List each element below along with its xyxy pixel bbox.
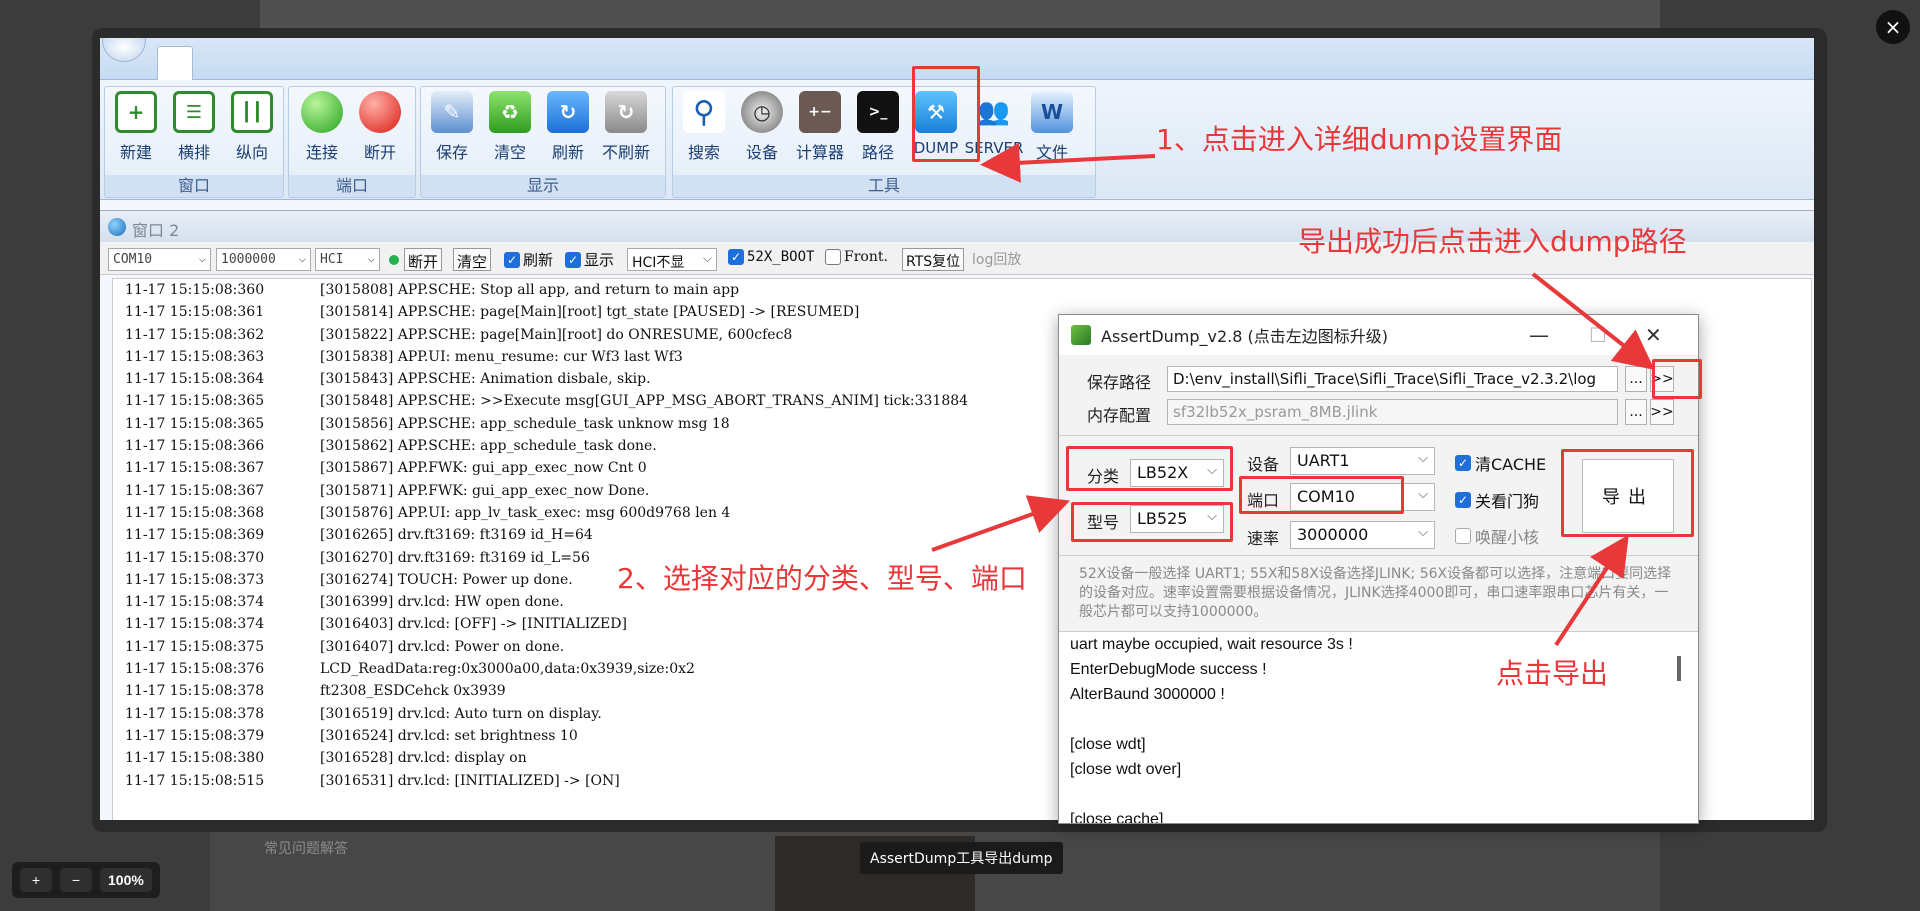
image-caption: AssertDump工具导出dump <box>860 842 1063 874</box>
arrow-to-path <box>1531 272 1655 370</box>
arrow-to-selects <box>931 495 1071 552</box>
viewer-close-button[interactable]: × <box>1876 10 1910 44</box>
zoom-in-button[interactable]: + <box>20 868 52 892</box>
zoom-level: 100% <box>100 868 152 892</box>
zoom-out-button[interactable]: − <box>60 868 92 892</box>
arrow-to-dump <box>980 142 1156 183</box>
zoom-controls: + − 100% <box>12 862 160 898</box>
arrow-to-export <box>1554 534 1629 647</box>
annotation-arrows <box>931 142 1655 647</box>
